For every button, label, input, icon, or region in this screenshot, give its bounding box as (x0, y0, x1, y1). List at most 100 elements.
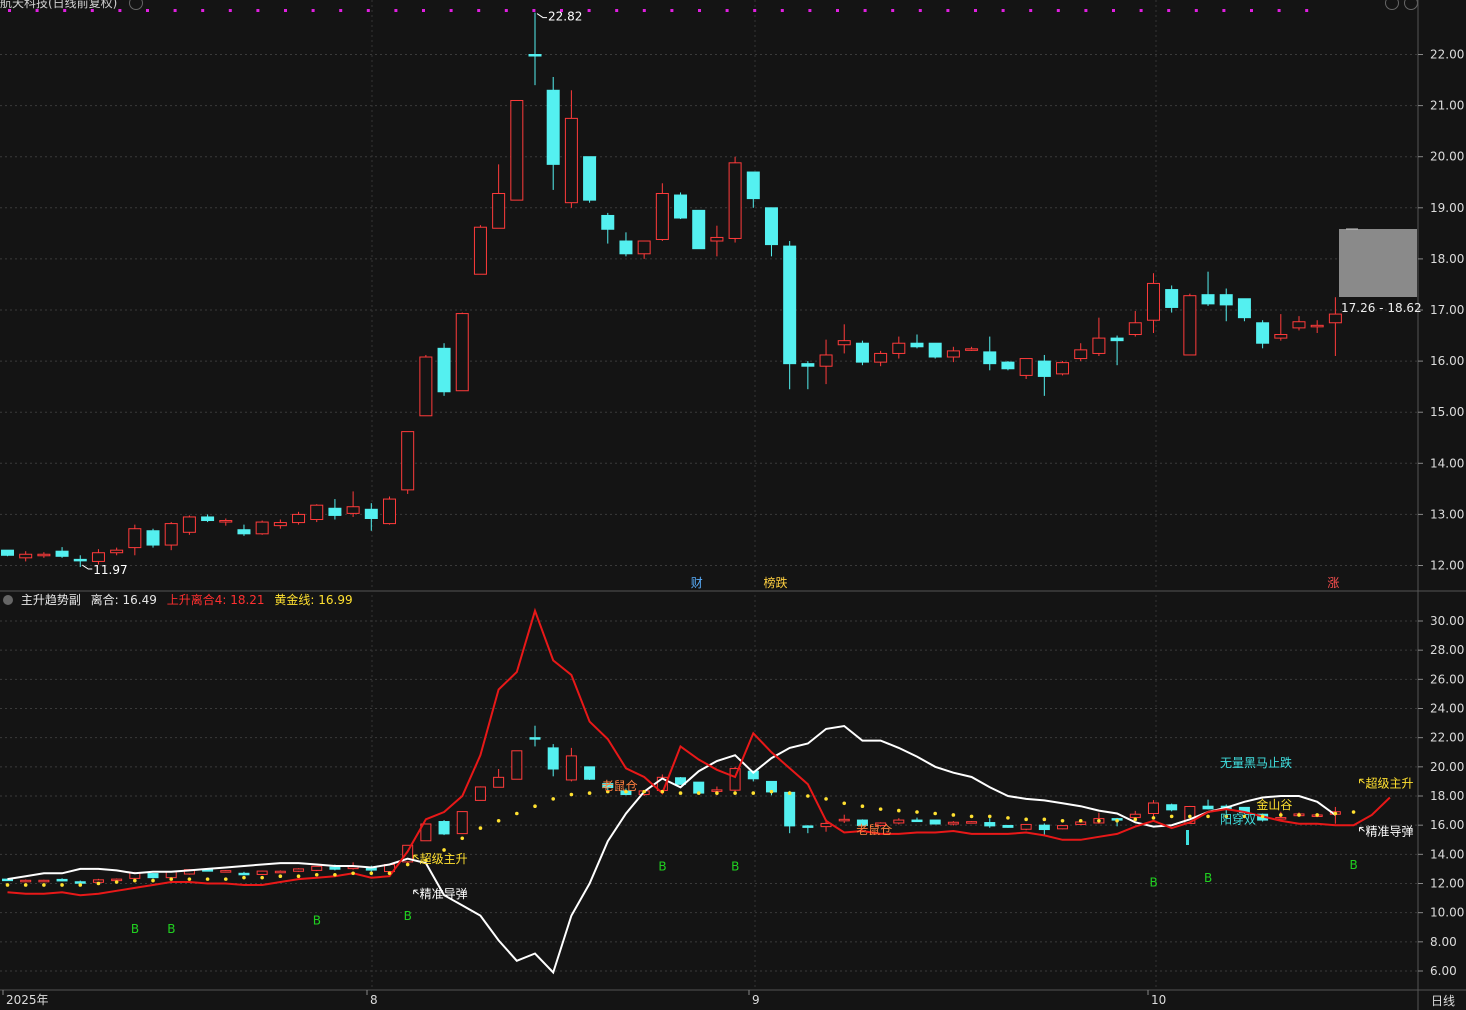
indicator-candle-up (256, 870, 268, 875)
price-tick-label: 19.00 (1430, 201, 1464, 215)
golden-line-dot (915, 810, 919, 814)
signal-dot (63, 9, 67, 12)
signal-dot (1112, 9, 1115, 12)
golden-line-dot (278, 874, 283, 879)
indicator-candle-up (1129, 813, 1141, 819)
golden-line-dot (842, 801, 847, 806)
indicator-candle-up (838, 818, 850, 822)
golden-line-dot (1206, 814, 1210, 819)
signal-arrow (1359, 778, 1365, 784)
rising-clutch-line (7, 607, 1391, 897)
timeframe-label[interactable]: 日线 (1420, 992, 1466, 1010)
indicator-candle-down (147, 873, 159, 879)
golden-line-dot (1333, 811, 1338, 816)
indicator-line1-label: 离合: 16.49 (90, 593, 157, 607)
candle-down (1037, 360, 1051, 377)
signal-dot (918, 9, 922, 12)
signal-dot (504, 9, 508, 12)
signal-dot (118, 9, 122, 12)
candle-up (310, 504, 324, 521)
signal-dot (1194, 9, 1198, 12)
candle-down (855, 342, 869, 363)
candle-down (437, 347, 451, 393)
candle-up (1056, 362, 1070, 375)
high-price-label: 22.82 (548, 10, 582, 24)
buy-mark: B (731, 859, 739, 873)
golden-line-dot (715, 791, 719, 795)
signal-dot (725, 9, 729, 12)
signal-dot (201, 9, 205, 12)
golden-line-dot (897, 808, 901, 813)
golden-line-dot (642, 789, 646, 794)
indicator-candle-down (1038, 824, 1050, 831)
golden-line-dot (460, 836, 465, 841)
signal-dot (35, 9, 39, 12)
golden-line-dot (169, 877, 174, 881)
candle-down (983, 351, 997, 365)
signal-label: 阳穿双 (1220, 812, 1256, 827)
candle-up (946, 350, 960, 358)
candle-down (328, 507, 342, 516)
indicator-candle-up (220, 870, 232, 873)
indicator-candle-up (311, 865, 323, 871)
signal-dot (422, 9, 425, 12)
indicator-tick-label: 20.00 (1430, 760, 1464, 774)
golden-line-dot (678, 791, 683, 795)
golden-line-dot (205, 877, 210, 881)
signal-dot (863, 9, 867, 12)
golden-line-dot (587, 791, 592, 795)
event-mark-label: 涨 (1327, 575, 1339, 590)
indicator-candle-up (1020, 823, 1032, 830)
candle-up (728, 162, 742, 239)
indicator-candle-up (38, 879, 50, 883)
indicator-name: 主升趋势副 (20, 593, 81, 607)
indicator-candle-down (74, 881, 86, 884)
candle-up (1183, 295, 1197, 356)
candle-down (201, 516, 215, 522)
candle-up (492, 192, 506, 229)
golden-line-dot (696, 791, 701, 795)
indicator-toggle-icon[interactable] (3, 595, 13, 605)
candle-up (346, 506, 360, 514)
indicator-candle-down (984, 822, 996, 827)
price-tick-label: 18.00 (1430, 252, 1464, 266)
indicator-candle-up (711, 789, 723, 792)
golden-line-dot (1078, 818, 1083, 823)
high-marker (536, 13, 548, 19)
time-tick-label: 9 (752, 993, 760, 1007)
candle-down (1237, 298, 1251, 319)
golden-line-dot (1169, 814, 1174, 819)
indicator-candle-down (1202, 805, 1214, 810)
candle-up (401, 431, 415, 491)
indicator-candle-down (529, 737, 541, 740)
signal-dot (1001, 9, 1005, 12)
signal-dot (698, 9, 701, 12)
candle-up (182, 516, 196, 533)
indicator-candle-up (293, 868, 305, 872)
signal-dot (1056, 9, 1060, 12)
candle-up (219, 520, 233, 523)
indicator-candle-down (911, 819, 923, 823)
candle-down (583, 156, 597, 201)
candle-down (619, 240, 633, 255)
signal-dot (974, 9, 977, 12)
signal-label: 超级主升 (1366, 775, 1414, 790)
candle-up (292, 513, 306, 524)
signal-label: 超级主升 (420, 851, 468, 866)
candle-up (128, 528, 142, 549)
indicator-candle-down (802, 825, 814, 828)
golden-line-dot (296, 874, 301, 879)
buy-mark: B (658, 859, 666, 873)
signal-dot (449, 9, 453, 12)
candle-up (1074, 349, 1088, 360)
golden-line-dot (242, 875, 246, 880)
candle-up (382, 498, 396, 525)
signal-dot (670, 9, 674, 12)
indicator-candle-up (20, 879, 32, 883)
golden-line-dot (60, 883, 64, 887)
signal-dot (1167, 9, 1171, 12)
signal-dot (753, 9, 757, 12)
buy-mark: B (131, 922, 139, 936)
chart-svg: 22.00 21.00 20.00 19.00 18.00 17.00 16.00 15.00… (0, 0, 1466, 1010)
golden-line-dot (1151, 816, 1156, 820)
